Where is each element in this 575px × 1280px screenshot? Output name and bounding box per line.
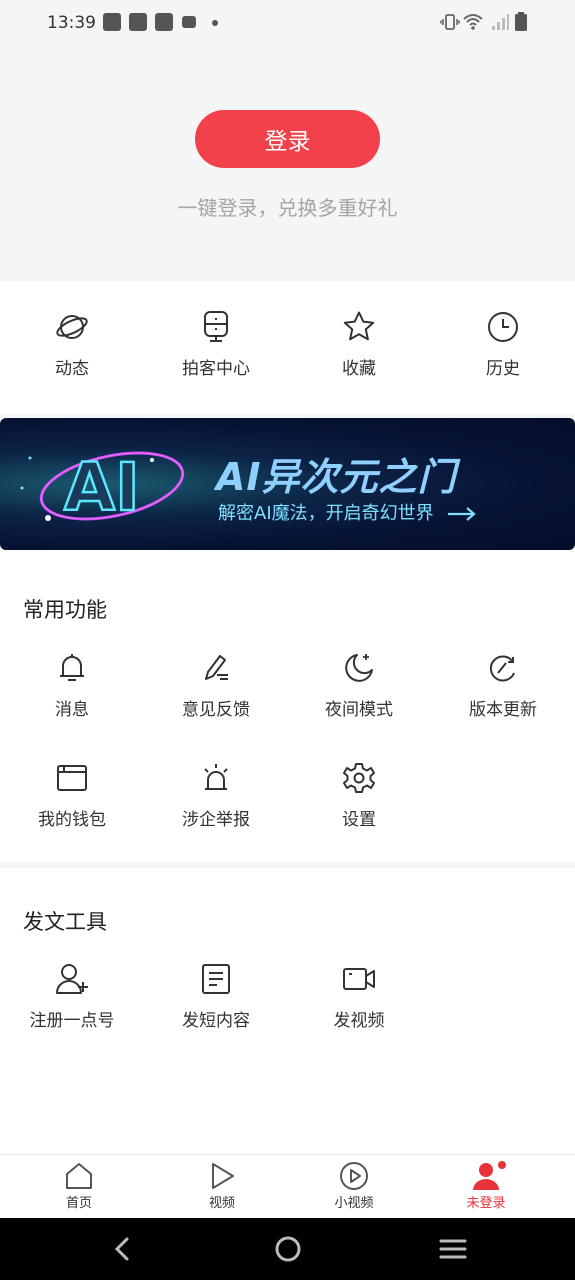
nav-video[interactable]: 视频 [150,1161,294,1211]
notification-shopping-icon [155,13,173,31]
status-time: 13:39 [47,13,96,33]
user-add-icon [56,964,88,994]
nav-label: 视频 [208,1196,235,1211]
common-functions-title: 常用功能 [23,598,107,622]
tool-short-content[interactable]: 发短内容 [144,962,288,1031]
tool-register-yidian[interactable]: 注册一点号 [0,962,144,1031]
wallet-icon [57,765,87,791]
nav-short-video[interactable]: 小视频 [282,1161,426,1211]
function-label: 意见反馈 [182,700,250,720]
nav-not-logged-in[interactable]: 未登录 [414,1161,558,1211]
nav-home[interactable]: 首页 [7,1161,151,1211]
ai-logo-graphic: AI [20,448,185,527]
star-icon [343,311,375,341]
tool-label: 发视频 [333,1011,385,1031]
function-enterprise-report[interactable]: 涉企举报 [144,761,288,830]
quick-action-label: 历史 [486,359,520,379]
play-circle-icon [340,1162,368,1190]
planet-icon [56,315,88,339]
tool-label: 发短内容 [182,1011,250,1031]
function-version-update[interactable]: 版本更新 [431,651,575,720]
quick-action-label: 动态 [55,359,89,379]
quick-action-history[interactable]: 历史 [431,310,575,379]
home-icon [66,1163,92,1189]
nav-label: 小视频 [334,1196,374,1211]
function-feedback[interactable]: 意见反馈 [144,651,288,720]
menu-icon[interactable] [438,1234,468,1264]
notification-shopping-icon [129,13,147,31]
ai-logo-text: AI [64,449,140,526]
login-button[interactable]: 登录 [195,110,380,168]
function-label: 我的钱包 [38,810,106,830]
notification-more-icon [212,20,218,26]
function-messages[interactable]: 消息 [0,651,144,720]
quick-action-label: 收藏 [342,359,376,379]
ai-banner[interactable]: AI AI异次元之门 解密AI魔法，开启奇幻世界 [0,418,575,550]
banner-subtitle: 解密AI魔法，开启奇幻世界 [218,499,477,525]
quick-action-dynamics[interactable]: 动态 [0,310,144,379]
clock-icon [488,312,518,342]
quick-action-label: 拍客中心 [182,359,250,379]
function-wallet[interactable]: 我的钱包 [0,761,144,830]
login-subtitle: 一键登录，兑换多重好礼 [177,196,398,220]
quick-actions: 动态 拍客中心 收藏 历史 [0,281,575,414]
play-icon [212,1163,234,1189]
login-header: 登录 一键登录，兑换多重好礼 [0,46,575,281]
battery-icon [515,12,527,31]
camera-monitor-icon [204,311,228,342]
bottom-navigation: 首页 视频 小视频 未登录 [0,1154,575,1218]
nav-label: 首页 [65,1196,92,1211]
function-label: 设置 [342,810,376,830]
function-label: 消息 [55,700,89,720]
banner-subtitle-text: 解密AI魔法，开启奇幻世界 [218,503,434,524]
back-icon[interactable] [108,1234,138,1264]
gear-icon [343,763,375,793]
notification-shopping-icon [103,13,121,31]
signal-icon [492,14,509,30]
vibrate-icon [440,14,460,30]
function-label: 版本更新 [469,700,537,720]
publish-tools-title: 发文工具 [23,910,107,934]
user-icon [473,1161,506,1190]
tool-label: 注册一点号 [29,1011,115,1031]
video-camera-icon [343,968,375,990]
tool-post-video[interactable]: 发视频 [287,962,431,1031]
refresh-icon [489,655,515,682]
quick-action-paike-center[interactable]: 拍客中心 [144,310,288,379]
bell-icon [60,654,84,681]
function-label: 涉企举报 [182,810,250,830]
function-night-mode[interactable]: 夜间模式 [287,651,431,720]
function-settings[interactable]: 设置 [287,761,431,830]
arrow-right-icon [448,507,477,521]
quick-action-favorites[interactable]: 收藏 [287,310,431,379]
moon-icon [345,654,373,682]
notification-video-icon [182,16,196,28]
banner-title: AI异次元之门 [216,455,457,499]
document-icon [202,964,230,994]
system-navigation-bar [0,1218,575,1280]
home-circle-icon[interactable] [273,1234,303,1264]
divider [0,862,575,868]
pencil-icon [205,655,228,680]
wifi-icon [463,14,483,30]
nav-label: 未登录 [466,1196,506,1211]
function-label: 夜间模式 [325,700,393,720]
status-bar: 13:39 [0,0,575,46]
alarm-icon [204,764,228,790]
